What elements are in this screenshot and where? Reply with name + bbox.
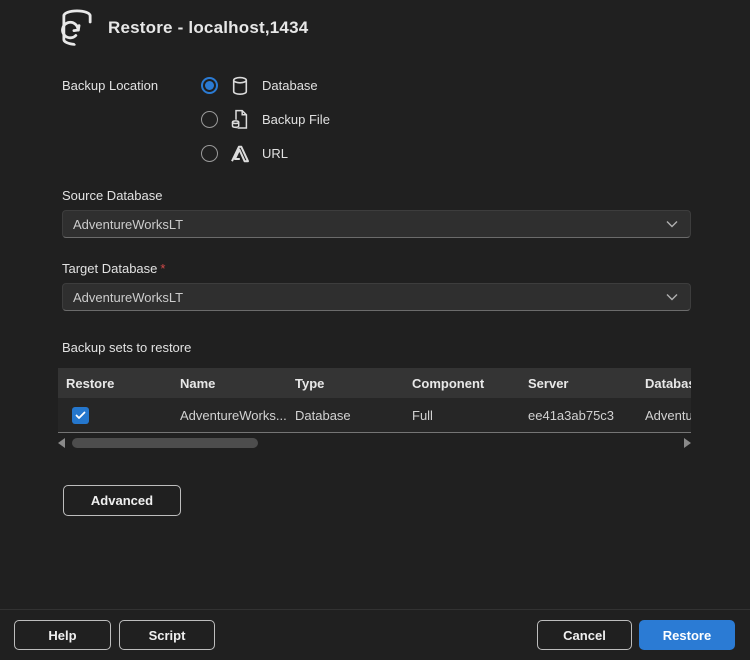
restore-checkbox[interactable] bbox=[72, 407, 89, 424]
restore-database-icon bbox=[58, 6, 96, 50]
page-title: Restore - localhost,1434 bbox=[108, 18, 308, 38]
radio-label-database: Database bbox=[262, 78, 318, 93]
footer-divider bbox=[0, 609, 750, 610]
server-cell: ee41a3ab75c3 bbox=[520, 398, 637, 432]
required-asterisk: * bbox=[160, 261, 165, 276]
backup-file-icon bbox=[230, 110, 250, 130]
chevron-down-icon bbox=[666, 288, 678, 306]
database-cell: AdventureWorksLT bbox=[637, 398, 691, 432]
scrollbar-thumb[interactable] bbox=[72, 438, 258, 448]
cancel-button[interactable]: Cancel bbox=[537, 620, 632, 650]
radio-button-backup-file[interactable] bbox=[201, 111, 218, 128]
help-button[interactable]: Help bbox=[14, 620, 111, 650]
backup-location-radio-group: Database Backup File URL bbox=[201, 73, 330, 166]
target-database-select[interactable]: AdventureWorksLT bbox=[62, 283, 691, 311]
scroll-right-icon[interactable] bbox=[684, 438, 691, 448]
database-icon bbox=[230, 76, 250, 96]
type-cell: Database bbox=[287, 398, 404, 432]
backup-sets-label: Backup sets to restore bbox=[62, 340, 191, 355]
radio-button-url[interactable] bbox=[201, 145, 218, 162]
radio-label-url: URL bbox=[262, 146, 288, 161]
radio-button-database[interactable] bbox=[201, 77, 218, 94]
scroll-left-icon[interactable] bbox=[58, 438, 65, 448]
table-row[interactable]: AdventureWorks... Database Full ee41a3ab… bbox=[58, 398, 691, 432]
scrollbar-track[interactable] bbox=[69, 438, 680, 448]
advanced-button[interactable]: Advanced bbox=[63, 485, 181, 516]
column-header-database: Database bbox=[637, 368, 691, 398]
radio-label-backup-file: Backup File bbox=[262, 112, 330, 127]
table-header-row: Restore Name Type Component Server Datab… bbox=[58, 368, 691, 398]
azure-icon bbox=[230, 144, 250, 164]
restore-button[interactable]: Restore bbox=[639, 620, 735, 650]
chevron-down-icon bbox=[666, 215, 678, 233]
backup-location-label: Backup Location bbox=[62, 78, 158, 93]
source-database-label: Source Database bbox=[62, 188, 162, 203]
name-cell: AdventureWorks... bbox=[172, 398, 287, 432]
dialog-header: Restore - localhost,1434 bbox=[58, 6, 308, 50]
source-database-value: AdventureWorksLT bbox=[73, 217, 183, 232]
backup-sets-table: Restore Name Type Component Server Datab… bbox=[58, 368, 691, 433]
source-database-select[interactable]: AdventureWorksLT bbox=[62, 210, 691, 238]
restore-cell bbox=[58, 398, 172, 432]
column-header-type: Type bbox=[287, 368, 404, 398]
column-header-server: Server bbox=[520, 368, 637, 398]
radio-option-backup-file[interactable]: Backup File bbox=[201, 107, 330, 132]
horizontal-scrollbar[interactable] bbox=[58, 437, 691, 449]
target-database-label: Target Database* bbox=[62, 261, 165, 276]
column-header-component: Component bbox=[404, 368, 520, 398]
component-cell: Full bbox=[404, 398, 520, 432]
radio-option-database[interactable]: Database bbox=[201, 73, 330, 98]
script-button[interactable]: Script bbox=[119, 620, 215, 650]
radio-option-url[interactable]: URL bbox=[201, 141, 330, 166]
target-database-value: AdventureWorksLT bbox=[73, 290, 183, 305]
column-header-name: Name bbox=[172, 368, 287, 398]
column-header-restore: Restore bbox=[58, 368, 172, 398]
